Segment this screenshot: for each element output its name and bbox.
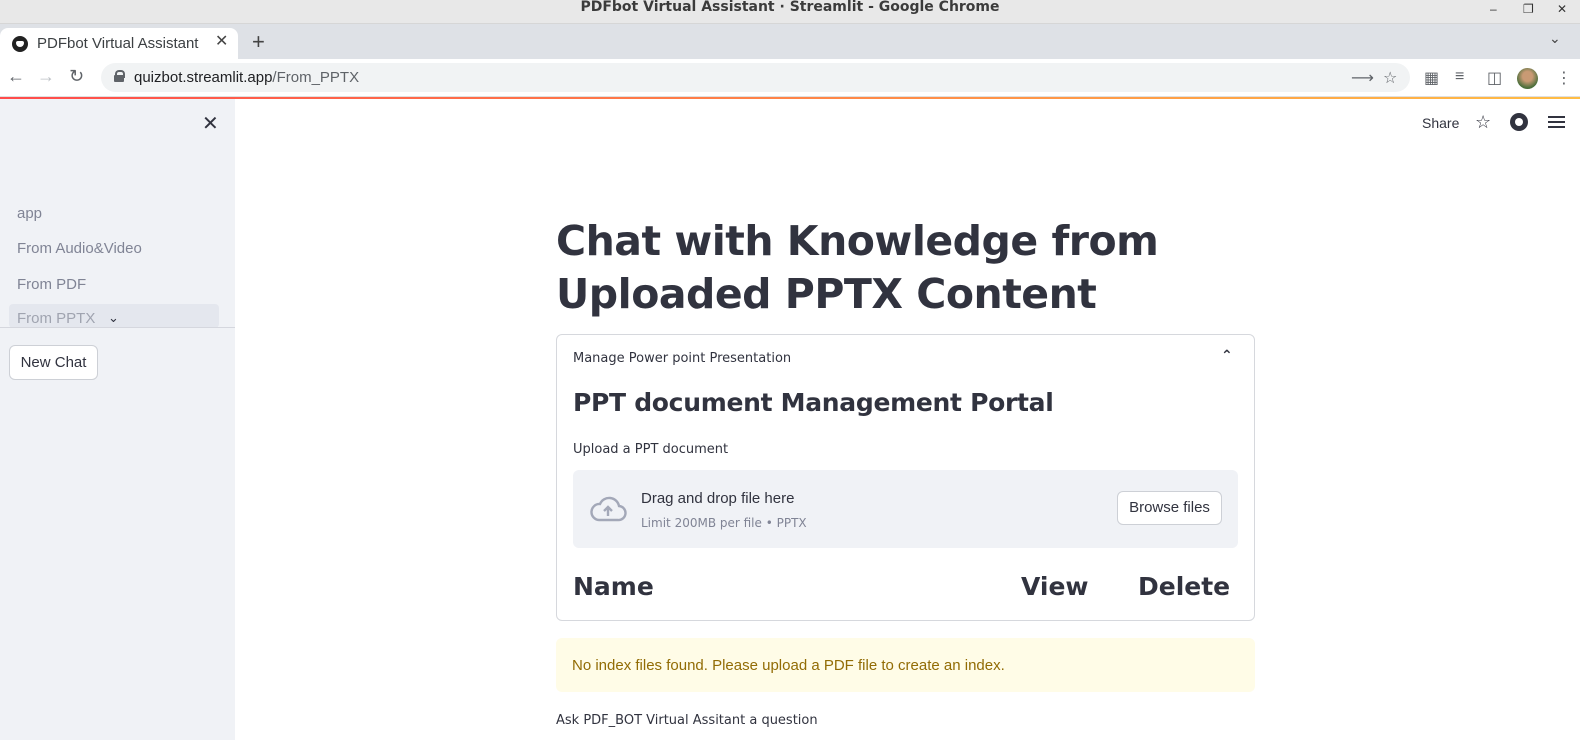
tab-title: PDFbot Virtual Assistant bbox=[37, 35, 199, 52]
window-title: PDFbot Virtual Assistant · Streamlit - G… bbox=[580, 0, 1000, 15]
chevron-up-icon[interactable]: ⌃ bbox=[1221, 347, 1233, 364]
warning-text: No index files found. Please upload a PD… bbox=[572, 657, 1005, 674]
streamlit-header-decoration bbox=[0, 97, 1580, 99]
dropzone-limit: Limit 200MB per file • PPTX bbox=[641, 516, 807, 530]
new-tab-icon[interactable]: + bbox=[252, 29, 265, 55]
browser-tab[interactable]: PDFbot Virtual Assistant ✕ bbox=[0, 28, 238, 59]
star-icon[interactable]: ☆ bbox=[1475, 112, 1491, 133]
sidebar-item-from-pptx[interactable]: From PPTX ⌄ bbox=[9, 304, 219, 328]
chevron-down-icon[interactable]: ⌄ bbox=[108, 310, 119, 326]
column-header-view: View bbox=[1021, 572, 1089, 601]
sidebar-item-label: From PPTX bbox=[17, 310, 96, 327]
bookmark-star-icon[interactable]: ☆ bbox=[1383, 68, 1397, 88]
side-panel-icon[interactable]: ◫ bbox=[1487, 68, 1502, 88]
warning-alert: No index files found. Please upload a PD… bbox=[556, 638, 1255, 692]
lock-icon[interactable] bbox=[114, 70, 125, 82]
share-button[interactable]: Share bbox=[1422, 115, 1459, 131]
new-chat-button[interactable]: New Chat bbox=[9, 345, 98, 380]
tab-strip: PDFbot Virtual Assistant ✕ + ⌄ bbox=[0, 24, 1580, 59]
sidebar-close-icon[interactable]: ✕ bbox=[202, 111, 219, 136]
forward-icon[interactable]: → bbox=[37, 66, 55, 87]
tab-close-icon[interactable]: ✕ bbox=[215, 31, 228, 51]
sidebar-item-app[interactable]: app bbox=[17, 205, 42, 222]
page-title: Chat with Knowledge from Uploaded PPTX C… bbox=[556, 217, 1159, 318]
reload-icon[interactable]: ↻ bbox=[69, 66, 84, 87]
browser-toolbar: ← → ↻ quizbot.streamlit.app/From_PPTX ⟶ … bbox=[0, 59, 1580, 97]
column-header-delete: Delete bbox=[1138, 572, 1231, 601]
streamlit-favicon-icon bbox=[12, 36, 28, 52]
back-icon[interactable]: ← bbox=[7, 66, 25, 87]
share-page-icon[interactable]: ⟶ bbox=[1351, 68, 1374, 88]
sidebar-divider bbox=[0, 327, 235, 328]
browser-menu-icon[interactable]: ⋮ bbox=[1556, 68, 1572, 88]
column-header-name: Name bbox=[573, 572, 654, 601]
sidebar-item-from-audio-video[interactable]: From Audio&Video bbox=[17, 240, 142, 257]
question-label: Ask PDF_BOT Virtual Assitant a question bbox=[556, 713, 818, 728]
manage-ppt-expander: Manage Power point Presentation ⌃ PPT do… bbox=[556, 334, 1255, 621]
main-menu-icon[interactable] bbox=[1548, 116, 1565, 128]
tab-search-chevron-icon[interactable]: ⌄ bbox=[1549, 30, 1561, 47]
extensions-puzzle-icon[interactable]: ▦ bbox=[1424, 68, 1439, 88]
address-bar[interactable]: quizbot.streamlit.app/From_PPTX ⟶ ☆ bbox=[101, 63, 1410, 92]
window-close-icon[interactable]: ✕ bbox=[1557, 2, 1567, 16]
upload-label: Upload a PPT document bbox=[573, 442, 729, 457]
file-dropzone[interactable]: Drag and drop file here Limit 200MB per … bbox=[573, 470, 1238, 548]
minimize-icon[interactable]: – bbox=[1490, 2, 1497, 16]
restore-icon[interactable]: ❐ bbox=[1523, 2, 1534, 16]
github-icon[interactable] bbox=[1510, 113, 1528, 131]
sidebar: ✕ app From Audio&Video From PDF From PPT… bbox=[0, 99, 235, 740]
expander-title[interactable]: Manage Power point Presentation bbox=[573, 351, 791, 366]
media-queue-icon[interactable]: ≡ bbox=[1455, 68, 1464, 86]
portal-heading: PPT document Management Portal bbox=[573, 388, 1054, 417]
window-titlebar: PDFbot Virtual Assistant · Streamlit - G… bbox=[0, 0, 1580, 24]
dropzone-text: Drag and drop file here bbox=[641, 490, 795, 507]
profile-avatar[interactable] bbox=[1517, 68, 1538, 89]
url-text[interactable]: quizbot.streamlit.app/From_PPTX bbox=[134, 69, 359, 86]
browse-files-button[interactable]: Browse files bbox=[1117, 491, 1222, 525]
sidebar-item-from-pdf[interactable]: From PDF bbox=[17, 276, 86, 293]
cloud-upload-icon bbox=[590, 496, 627, 522]
